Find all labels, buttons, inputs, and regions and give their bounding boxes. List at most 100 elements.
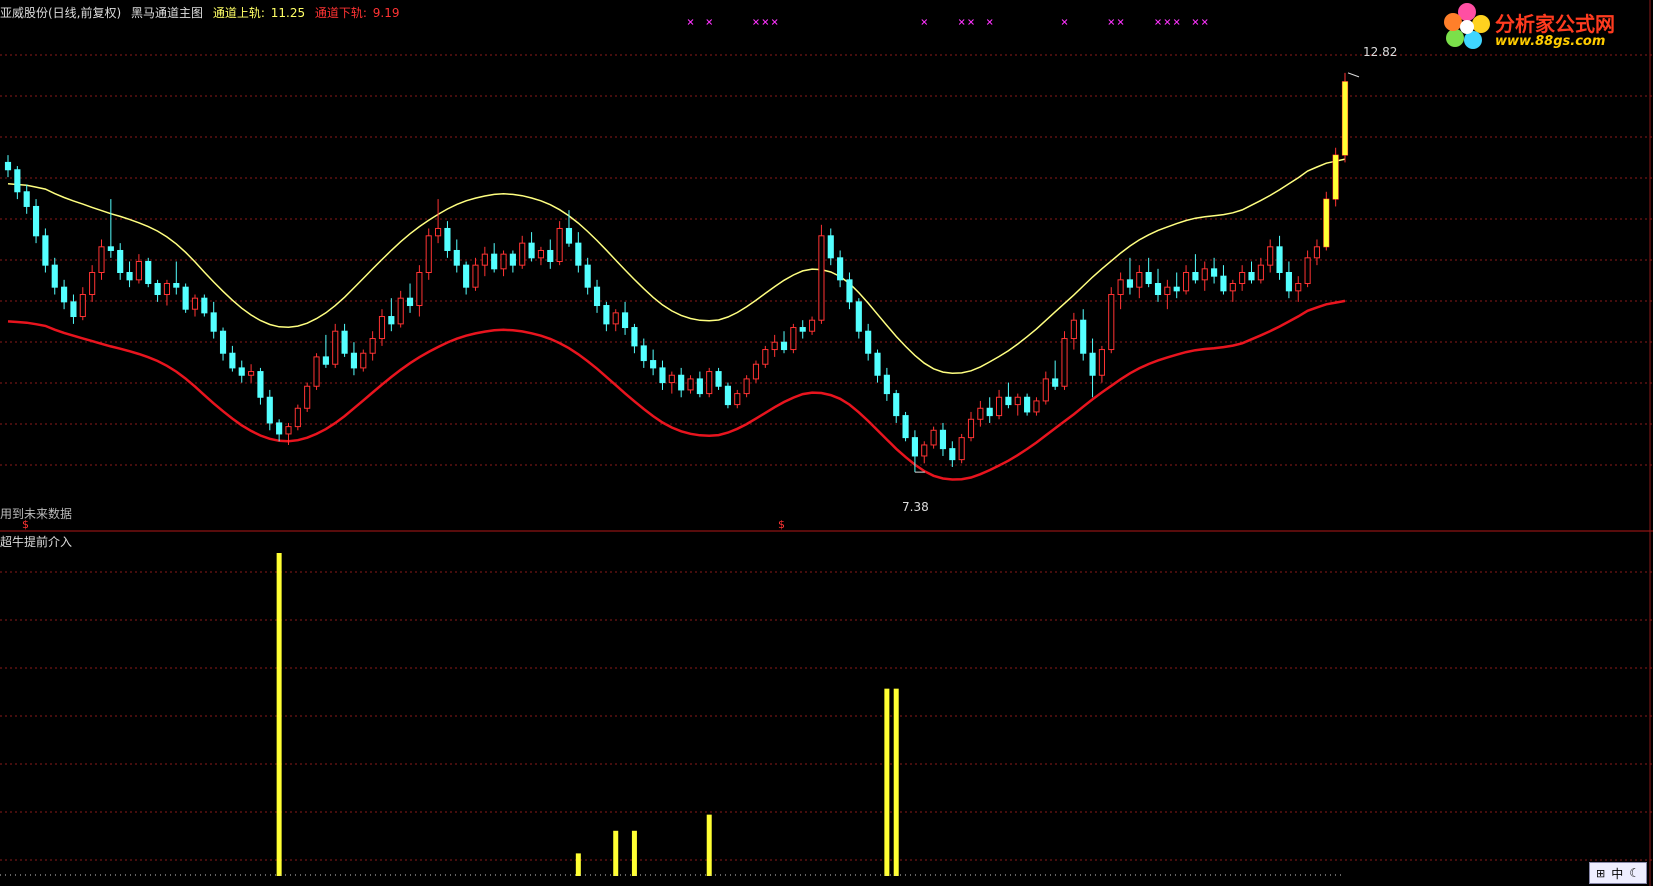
- x-marker-icon: [753, 19, 759, 25]
- candlestick-chart: [0, 0, 1653, 886]
- ime-indicator[interactable]: ⊞ 中 ☾: [1589, 862, 1647, 884]
- candle-body: [388, 316, 395, 325]
- candle-body: [1285, 272, 1292, 292]
- candle-body: [1136, 272, 1143, 288]
- candle-body: [883, 374, 890, 395]
- candle-body: [584, 264, 591, 288]
- candle-body: [846, 279, 853, 303]
- candle-body: [378, 316, 386, 340]
- candle-body: [117, 249, 124, 273]
- candle-body: [593, 286, 601, 307]
- candle-body: [659, 367, 666, 384]
- candle-body: [210, 312, 217, 332]
- lower-band-label: 通道下轨:: [314, 6, 367, 20]
- x-marker-icon: [1061, 19, 1068, 25]
- candle-body: [1080, 319, 1087, 354]
- candle-body: [126, 272, 133, 281]
- signal-bar: [613, 830, 619, 876]
- logo-text: 分析家公式网: [1495, 12, 1615, 36]
- candle-body: [406, 297, 414, 307]
- candle-body: [780, 341, 788, 351]
- ime-language: 中: [1611, 866, 1624, 881]
- logo-url: www.88gs.com: [1495, 34, 1606, 49]
- candle-body: [1295, 283, 1302, 292]
- x-marker-icon: [921, 19, 928, 25]
- x-marker-icon: [968, 19, 974, 25]
- signal-bar: [893, 688, 899, 876]
- candle-body: [1182, 272, 1190, 292]
- candle-body: [1145, 272, 1152, 285]
- candle-body: [687, 378, 694, 391]
- candle-body: [790, 327, 797, 351]
- indicator-name: 黑马通道主图: [131, 6, 204, 20]
- candle-body: [322, 356, 329, 365]
- candle-body: [1005, 396, 1012, 406]
- candle-body: [285, 426, 292, 435]
- ime-icon: ⊞: [1596, 866, 1606, 880]
- candle-body: [724, 385, 731, 406]
- candle-body: [79, 294, 86, 318]
- candle-body: [650, 360, 657, 369]
- candle-body: [32, 205, 40, 237]
- candle-body: [1117, 279, 1124, 296]
- x-marker-icon: [762, 19, 769, 25]
- candle-body: [219, 330, 227, 354]
- chart-stage: 亚威股份(日线,前复权) 黑马通道主图 通道上轨: 11.25 通道下轨: 9.…: [0, 0, 1653, 886]
- candle-body: [519, 242, 526, 266]
- high-marker-line: [1347, 72, 1360, 78]
- candle-body: [304, 385, 311, 409]
- candle-body: [1042, 378, 1049, 402]
- candle-body: [995, 396, 1003, 417]
- lower-band-line: [7, 299, 1346, 481]
- candle-body: [191, 297, 199, 310]
- candle-body: [818, 235, 825, 321]
- ime-moon-icon: ☾: [1629, 866, 1640, 880]
- candle-body: [827, 235, 834, 259]
- candle-body: [350, 352, 358, 369]
- candle-body: [1108, 294, 1115, 351]
- candle-body: [163, 283, 171, 296]
- x-marker-icon: [1155, 19, 1161, 25]
- candle-body: [1276, 246, 1283, 273]
- signal-bar: [575, 853, 581, 876]
- candle-body: [752, 363, 760, 380]
- breakout-bar: [1333, 155, 1339, 200]
- candle-body: [313, 356, 320, 387]
- candle-body: [89, 272, 96, 296]
- x-marker-icon: [1164, 19, 1171, 25]
- candle-body: [397, 297, 404, 325]
- candle-body: [537, 249, 545, 259]
- candle-body: [640, 345, 647, 362]
- candle-body: [416, 272, 423, 307]
- sub-chart-title: 超牛提前介入: [0, 535, 73, 549]
- candle-body: [771, 341, 778, 351]
- candle-body: [547, 249, 554, 262]
- candle-body: [706, 371, 713, 395]
- candle-body: [248, 371, 255, 376]
- candle-body: [622, 312, 629, 329]
- x-marker-icon: [687, 19, 694, 25]
- candle-body: [930, 429, 937, 446]
- candle-body: [1024, 396, 1031, 413]
- candle-body: [23, 191, 30, 207]
- candle-body: [463, 264, 470, 288]
- candle-body: [98, 246, 105, 273]
- stock-name: 亚威股份(日线,前复权): [0, 6, 122, 20]
- candle-body: [266, 396, 273, 424]
- x-marker-icon: [1108, 19, 1115, 25]
- candle-body: [1126, 279, 1134, 288]
- candle-body: [107, 246, 114, 251]
- candle-body: [715, 371, 722, 387]
- breakout-bar: [1323, 199, 1329, 247]
- candle-body: [837, 257, 844, 281]
- candle-body: [1070, 319, 1077, 340]
- candle-body: [911, 437, 918, 457]
- lower-band-value: 9.19: [372, 6, 400, 20]
- upper-band-label: 通道上轨:: [212, 6, 265, 20]
- candle-body: [808, 319, 816, 332]
- candle-body: [1211, 268, 1218, 277]
- signal-bar: [631, 830, 637, 876]
- candle-body: [294, 407, 301, 428]
- candle-body: [799, 327, 806, 332]
- candle-body: [14, 169, 21, 193]
